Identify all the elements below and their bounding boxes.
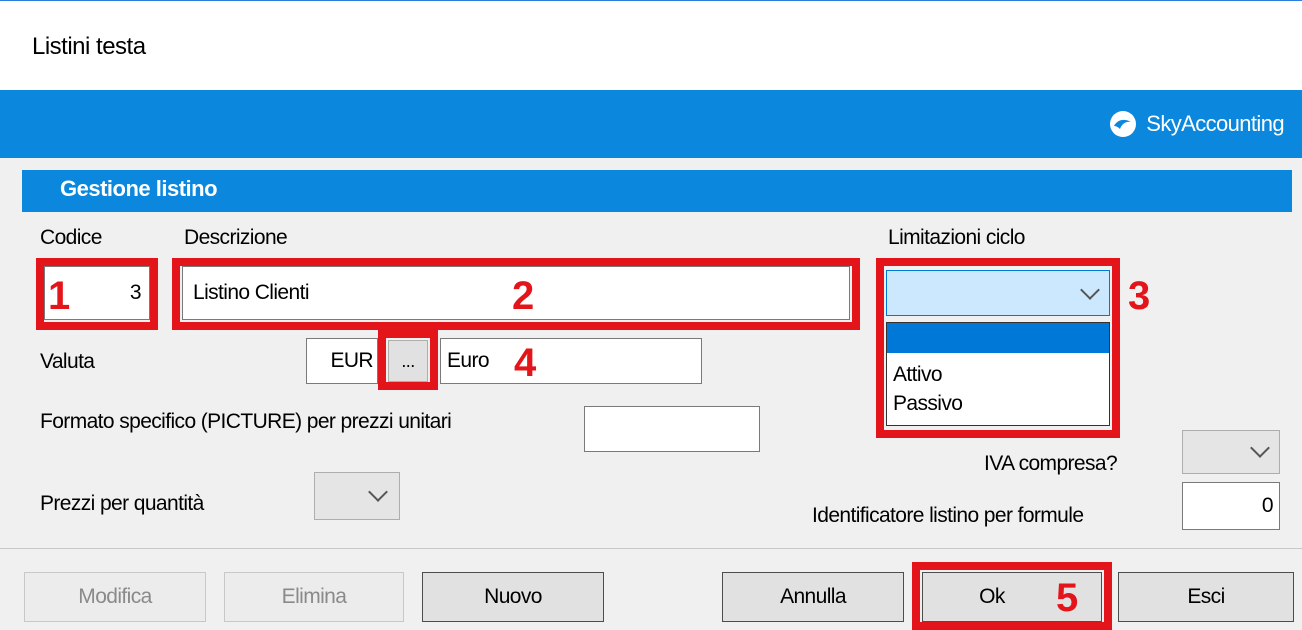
highlight-box-4: [378, 330, 438, 390]
section-header: Gestione listino: [22, 170, 1292, 212]
iva-label: IVA compresa?: [984, 452, 1118, 475]
picture-label: Formato specifico (PICTURE) per prezzi u…: [40, 410, 452, 433]
valuta-desc: Euro: [447, 349, 490, 372]
iva-combo[interactable]: [1182, 430, 1280, 474]
annotation-3: 3: [1128, 274, 1151, 318]
valuta-desc-field[interactable]: Euro: [440, 338, 702, 384]
limitazioni-label: Limitazioni ciclo: [888, 226, 1025, 249]
annotation-4: 4: [514, 341, 537, 385]
annotation-1: 1: [48, 274, 71, 318]
highlight-box-3: [876, 258, 1120, 438]
identificatore-label: Identificatore listino per formule: [812, 504, 1084, 527]
chevron-down-icon: [368, 482, 388, 502]
elimina-button[interactable]: Elimina: [224, 572, 404, 622]
brand-logo: SkyAccounting: [1108, 108, 1285, 140]
valuta-code: EUR: [330, 349, 373, 372]
annotation-2: 2: [512, 274, 535, 318]
cloud-logo-icon: [1108, 109, 1138, 139]
codice-label: Codice: [40, 226, 102, 249]
nuovo-button[interactable]: Nuovo: [422, 572, 604, 622]
chevron-down-icon: [1250, 438, 1270, 458]
prezzi-label: Prezzi per quantità: [40, 492, 204, 515]
identificatore-field[interactable]: 0: [1182, 482, 1280, 530]
brand-name: SkyAccounting: [1146, 111, 1284, 136]
modifica-button[interactable]: Modifica: [24, 572, 206, 622]
identificatore-value: 0: [1261, 494, 1274, 517]
prezzi-combo[interactable]: [314, 472, 400, 520]
esci-button[interactable]: Esci: [1118, 572, 1294, 622]
valuta-code-field[interactable]: EUR: [306, 338, 378, 384]
title-bar: [0, 0, 1302, 90]
annotation-5: 5: [1056, 576, 1079, 620]
descrizione-label: Descrizione: [184, 226, 288, 249]
window-title: Listini testa: [32, 33, 146, 60]
highlight-box-5: [912, 562, 1112, 630]
valuta-label: Valuta: [40, 350, 95, 373]
picture-field[interactable]: [584, 406, 760, 452]
annulla-button[interactable]: Annulla: [722, 572, 904, 622]
app-banner: [0, 90, 1302, 158]
